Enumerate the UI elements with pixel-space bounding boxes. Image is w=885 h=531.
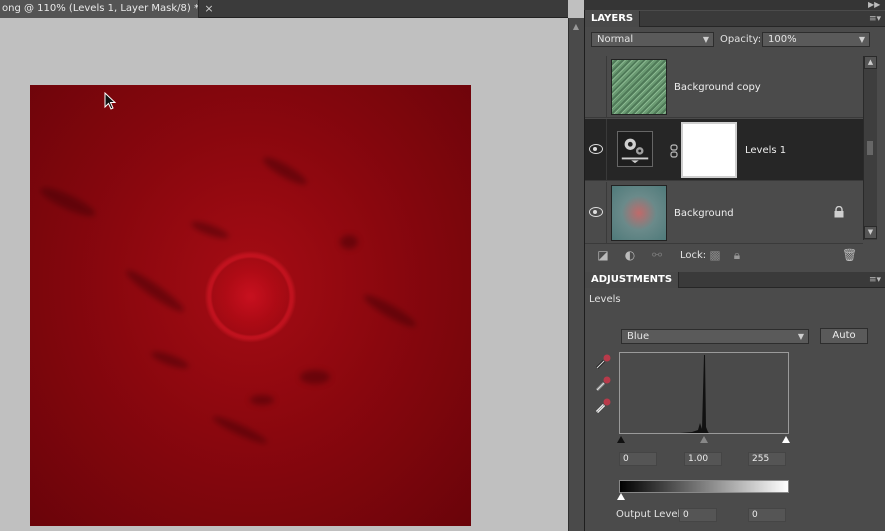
auto-button[interactable]: Auto	[820, 328, 868, 344]
opacity-field[interactable]: 100% ▼	[762, 32, 870, 47]
scroll-up-icon[interactable]: ▲	[864, 56, 877, 69]
output-white-field[interactable]: 0	[748, 508, 786, 522]
adjustment-type-label: Levels	[589, 294, 621, 305]
image-smudge	[300, 370, 330, 384]
delete-layer-icon[interactable]: 🗑︎	[842, 248, 857, 262]
histogram-graph	[680, 355, 709, 433]
layers-panel-menu-icon[interactable]: ≡▾	[869, 13, 881, 25]
scroll-down-icon[interactable]: ▼	[864, 226, 877, 239]
gray-point-eyedropper-icon[interactable]	[594, 375, 612, 393]
image-smudge	[122, 266, 188, 316]
tab-close-icon[interactable]: ×	[201, 1, 217, 17]
chevron-down-icon: ▼	[858, 35, 865, 44]
lock-icon	[833, 205, 845, 218]
adjustments-panel-header: ADJUSTMENTS ≡▾	[585, 272, 885, 288]
lock-label: Lock:	[680, 250, 707, 261]
input-gamma-slider[interactable]	[700, 436, 708, 443]
layer-row-background-copy[interactable]: Background copy	[585, 56, 863, 118]
layer-mask-thumbnail[interactable]	[681, 122, 737, 178]
image-smudge	[210, 412, 270, 448]
link-layers-icon[interactable]: ⚯	[650, 248, 664, 262]
document-image[interactable]	[30, 85, 471, 526]
image-smudge	[37, 182, 99, 222]
chevron-down-icon: ▼	[797, 332, 804, 341]
new-adjustment-layer-icon[interactable]: ◐	[623, 248, 637, 262]
new-layer-icon[interactable]: ◪	[596, 248, 610, 262]
black-point-eyedropper-icon[interactable]	[594, 353, 612, 371]
layer-name: Background	[674, 208, 734, 219]
channel-dropdown[interactable]: Blue ▼	[621, 329, 809, 344]
layer-row-levels-1[interactable]: Levels 1	[585, 119, 863, 181]
visibility-toggle[interactable]	[585, 182, 607, 244]
adjustments-panel-menu-icon[interactable]: ≡▾	[869, 274, 881, 286]
scroll-thumb[interactable]	[867, 141, 873, 155]
image-smudge	[149, 348, 191, 372]
blend-mode-value: Normal	[597, 34, 634, 45]
lock-all-icon[interactable]: 🔒︎	[730, 248, 744, 262]
input-white-field[interactable]: 255	[748, 452, 786, 466]
adjustments-panel-title[interactable]: ADJUSTMENTS	[585, 272, 680, 288]
layer-thumbnail	[611, 59, 667, 115]
layer-thumbnail	[611, 185, 667, 241]
output-gradient-bar	[619, 480, 789, 493]
adjustment-layer-icon	[617, 131, 653, 167]
layer-name: Background copy	[674, 82, 761, 93]
layers-scrollbar[interactable]: ▲ ▼	[863, 56, 877, 240]
output-black-field[interactable]: 0	[679, 508, 717, 522]
input-white-slider[interactable]	[782, 436, 790, 443]
chevron-down-icon: ▼	[702, 35, 709, 44]
lock-transparency-icon[interactable]: ▩	[708, 248, 722, 262]
layers-panel-header: LAYERS ≡▾	[585, 11, 885, 27]
scroll-up-icon[interactable]: ▲	[570, 21, 582, 33]
eye-icon	[589, 207, 603, 217]
panel-collapse-icon[interactable]: ▶▶	[868, 0, 882, 10]
panel-bin-topbar	[584, 0, 885, 10]
visibility-toggle[interactable]	[585, 119, 607, 181]
visibility-toggle[interactable]	[585, 56, 607, 118]
mouse-cursor-icon	[104, 92, 117, 110]
layers-panel-title[interactable]: LAYERS	[585, 11, 641, 27]
input-black-field[interactable]: 0	[619, 452, 657, 466]
document-tab[interactable]: ong @ 110% (Levels 1, Layer Mask/8) *	[0, 0, 199, 18]
blend-mode-dropdown[interactable]: Normal ▼	[591, 32, 714, 47]
image-smudge	[260, 153, 310, 189]
image-smudge	[189, 218, 231, 242]
document-tab-bar: ong @ 110% (Levels 1, Layer Mask/8) * ×	[0, 0, 568, 18]
layer-name: Levels 1	[745, 145, 787, 156]
input-black-slider[interactable]	[617, 436, 625, 443]
gear-icon	[621, 138, 649, 164]
layer-row-background[interactable]: Background	[585, 182, 863, 244]
opacity-value: 100%	[768, 34, 797, 45]
image-smudge	[340, 235, 358, 249]
image-smudge	[250, 395, 274, 405]
white-point-eyedropper-icon[interactable]	[594, 397, 612, 415]
eye-icon	[589, 144, 603, 154]
chain-link-icon[interactable]	[669, 144, 679, 158]
opacity-label: Opacity:	[720, 34, 762, 45]
image-smudge	[361, 290, 419, 332]
channel-value: Blue	[627, 331, 650, 342]
output-black-slider[interactable]	[617, 493, 625, 500]
input-gamma-field[interactable]: 1.00	[684, 452, 722, 466]
levels-histogram	[619, 352, 789, 434]
output-levels-label: Output Levels:	[616, 509, 689, 520]
canvas-scrollbar[interactable]	[568, 18, 584, 531]
